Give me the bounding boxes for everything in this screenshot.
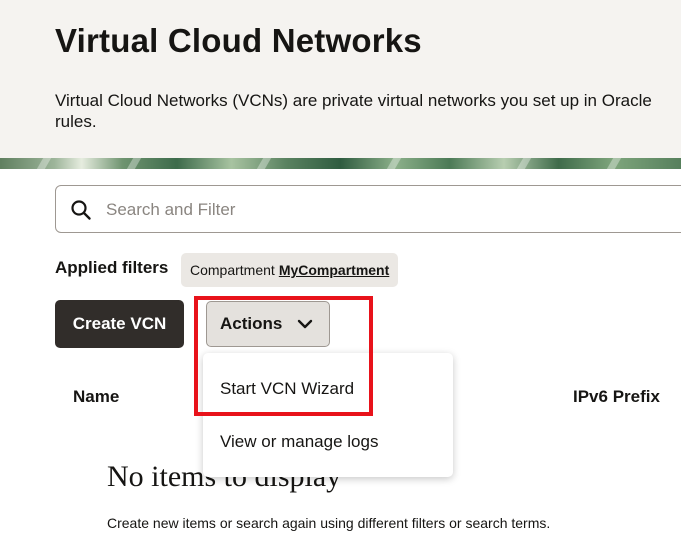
menu-item-view-manage-logs[interactable]: View or manage logs — [203, 420, 453, 464]
actions-dropdown-menu: Start VCN Wizard View or manage logs — [203, 353, 453, 477]
compartment-link[interactable]: MyCompartment — [279, 262, 389, 278]
applied-filters-label: Applied filters — [55, 258, 169, 277]
page-description: Virtual Cloud Networks (VCNs) are privat… — [55, 91, 652, 131]
compartment-filter-chip: Compartment MyCompartment — [181, 253, 399, 287]
column-header-ipv6-prefix[interactable]: IPv6 Prefix — [573, 387, 660, 407]
decorative-banner — [0, 158, 681, 169]
empty-state-message: Create new items or search again using d… — [107, 515, 551, 531]
filter-chip-key: Compartment — [190, 262, 275, 278]
chevron-down-icon — [297, 319, 313, 329]
actions-button-label: Actions — [220, 314, 283, 333]
actions-button[interactable]: Actions — [206, 301, 330, 347]
create-vcn-button[interactable]: Create VCN — [55, 300, 184, 348]
page-header: Virtual Cloud Networks Virtual Cloud Net… — [0, 0, 681, 158]
column-header-name[interactable]: Name — [73, 387, 119, 407]
search-bar[interactable] — [55, 185, 681, 233]
search-input[interactable] — [104, 196, 668, 224]
page-title: Virtual Cloud Networks — [55, 22, 422, 59]
search-icon — [71, 200, 91, 220]
menu-item-start-vcn-wizard[interactable]: Start VCN Wizard — [203, 367, 453, 411]
